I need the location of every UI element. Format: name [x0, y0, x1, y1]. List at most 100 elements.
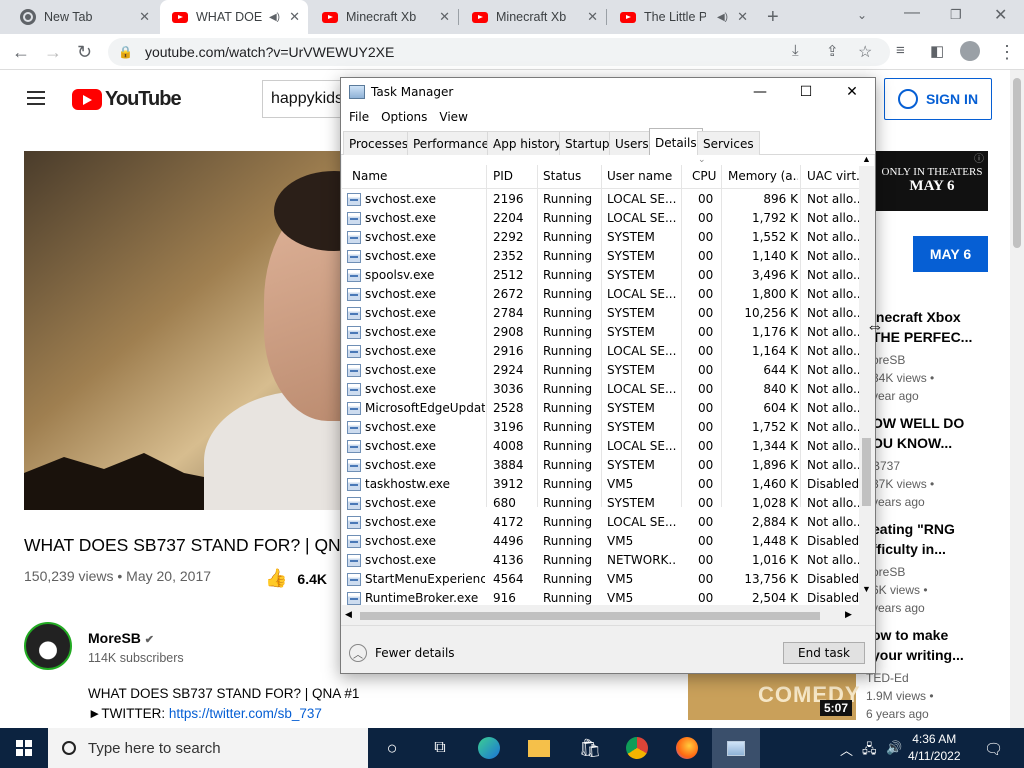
profile-avatar-icon[interactable] [960, 41, 980, 61]
scroll-up-icon[interactable]: ▲ [862, 154, 871, 164]
file-explorer-icon[interactable] [528, 740, 550, 757]
store-icon[interactable]: 🛍 [578, 736, 602, 760]
col-cpu[interactable]: CPU [692, 169, 716, 183]
close-icon[interactable]: ✕ [439, 9, 450, 25]
tray-chevron-icon[interactable]: ︿ [840, 740, 853, 759]
process-row[interactable]: svchost.exe 3884 Running SYSTEM 00 1,896 K Not… [342, 456, 860, 475]
page-scrollbar[interactable] [1010, 70, 1024, 728]
process-row[interactable]: svchost.exe 2196 Running LOCAL SE... 00 896 K… [342, 190, 860, 209]
like-button[interactable]: 👍 6.4K [265, 568, 327, 589]
scroll-left-icon[interactable]: ◀ [345, 609, 352, 620]
address-bar[interactable]: 🔒 youtube.com/watch?v=UrVWEWUY2XE [108, 38, 890, 66]
reload-icon[interactable]: ↻ [77, 42, 92, 63]
task-manager-titlebar[interactable]: Task Manager — ☐ ✕ [341, 78, 875, 106]
process-row[interactable]: svchost.exe 4136 Running NETWORK... 00 1,016 … [342, 551, 860, 570]
cortana-icon[interactable]: ○ [380, 736, 404, 760]
table-vertical-scrollbar[interactable]: ▲ ▼ [859, 154, 874, 606]
tab-app-history[interactable]: App history [487, 131, 568, 155]
side-panel-icon[interactable]: ◧ [930, 42, 944, 60]
related-channel[interactable]: B737 [872, 457, 1012, 475]
back-arrow-icon[interactable]: ← [12, 42, 30, 63]
close-icon[interactable]: ✕ [587, 9, 598, 25]
related-channel[interactable]: oreSB [872, 563, 1012, 581]
ad-banner[interactable]: ONLY IN THEATERS MAY 6 ⓘ [876, 151, 988, 211]
related-title[interactable]: ow to make [872, 625, 1012, 645]
twitter-link[interactable]: https://twitter.com/sb_737 [169, 706, 322, 721]
process-row[interactable]: svchost.exe 680 Running SYSTEM 00 1,028 K Not … [342, 494, 860, 513]
install-icon[interactable]: ⤓ [792, 42, 799, 59]
col-memory[interactable]: Memory (a... [728, 169, 798, 183]
tab-minecraft-1[interactable]: Minecraft Xbox ✕ [310, 0, 458, 34]
task-manager-taskbar-button[interactable] [712, 728, 760, 768]
network-icon[interactable]: 🖧 [862, 740, 877, 762]
related-title[interactable]: eating "RNG [872, 519, 1012, 539]
close-icon[interactable]: ✕ [139, 9, 150, 25]
window-close-icon[interactable]: ✕ [994, 5, 1007, 25]
table-horizontal-scrollbar[interactable]: ◀ ▶ [342, 608, 859, 624]
process-row[interactable]: svchost.exe 2916 Running LOCAL SE... 00 1,164… [342, 342, 860, 361]
tab-details[interactable]: Details [649, 128, 703, 156]
close-icon[interactable]: ✕ [737, 9, 748, 25]
speaker-icon[interactable]: ◀) [269, 12, 280, 23]
related-title[interactable]: THE PERFEC... [872, 327, 1012, 347]
tab-minecraft-2[interactable]: Minecraft Xbox ✕ [460, 0, 606, 34]
tm-maximize-icon[interactable]: ☐ [783, 78, 829, 106]
process-row[interactable]: MicrosoftEdgeUpdat... 2528 Running SYSTEM 00… [342, 399, 860, 418]
taskbar-search[interactable]: Type here to search [48, 728, 368, 768]
tm-minimize-icon[interactable]: — [737, 78, 783, 106]
table-scroll-thumb[interactable] [862, 438, 871, 506]
share-icon[interactable]: ⇪ [826, 42, 839, 60]
process-row[interactable]: svchost.exe 2784 Running SYSTEM 00 10,256 K No… [342, 304, 860, 323]
more-menu-icon[interactable]: ⋮ [998, 42, 1016, 63]
page-scrollbar-thumb[interactable] [1013, 78, 1021, 248]
related-title[interactable]: OW WELL DO [872, 413, 1012, 433]
col-uac[interactable]: UAC virt... [807, 169, 859, 183]
process-row[interactable]: StartMenuExperienc... 4564 Running VM5 00 13,… [342, 570, 860, 589]
notification-icon[interactable]: 🗨 [984, 740, 1003, 758]
close-icon[interactable]: ✕ [289, 9, 300, 25]
lock-icon[interactable]: 🔒 [118, 45, 133, 59]
tab-active-video[interactable]: WHAT DOE ◀) ✕ [160, 0, 308, 34]
chrome-taskbar-icon[interactable] [626, 737, 648, 759]
table-hscroll-thumb[interactable] [360, 612, 820, 620]
process-row[interactable]: svchost.exe 4172 Running LOCAL SE... 00 2,884… [342, 513, 860, 532]
tm-close-icon[interactable]: ✕ [829, 78, 875, 106]
process-row[interactable]: svchost.exe 3036 Running LOCAL SE... 00 840 K… [342, 380, 860, 399]
process-row[interactable]: svchost.exe 3196 Running SYSTEM 00 1,752 K Not… [342, 418, 860, 437]
col-pid[interactable]: PID [493, 169, 513, 183]
tab-little-p[interactable]: The Little P ◀) ✕ [608, 0, 756, 34]
menu-file[interactable]: File [349, 110, 369, 124]
tab-users[interactable]: Users [609, 131, 655, 155]
process-row[interactable]: svchost.exe 2292 Running SYSTEM 00 1,552 K Not… [342, 228, 860, 247]
process-row[interactable]: svchost.exe 4008 Running LOCAL SE... 00 1,344… [342, 437, 860, 456]
fewer-details-button[interactable]: ︿ Fewer details [349, 644, 455, 662]
related-title[interactable]: fficulty in... [872, 539, 1012, 559]
info-icon[interactable]: ⓘ [974, 153, 984, 167]
process-row[interactable]: svchost.exe 2204 Running LOCAL SE... 00 1,792… [342, 209, 860, 228]
new-tab-plus-icon[interactable]: + [767, 6, 779, 29]
related-title[interactable]: inecraft Xbox [872, 307, 1012, 327]
process-row[interactable]: svchost.exe 2924 Running SYSTEM 00 644 K Not a… [342, 361, 860, 380]
process-row[interactable]: taskhostw.exe 3912 Running VM5 00 1,460 K Disa… [342, 475, 860, 494]
forward-arrow-icon[interactable]: → [44, 42, 62, 63]
tab-services[interactable]: Services [697, 131, 760, 155]
edge-icon[interactable] [478, 737, 500, 759]
related-title[interactable]: OU KNOW... [872, 433, 1012, 453]
windows-start-icon[interactable] [16, 740, 32, 756]
col-user-name[interactable]: User name [607, 169, 672, 183]
process-row[interactable]: svchost.exe 2908 Running SYSTEM 00 1,176 K Not… [342, 323, 860, 342]
process-row[interactable]: RuntimeBroker.exe 916 Running VM5 00 2,504 K D… [342, 589, 860, 605]
volume-icon[interactable]: 🔊 [886, 740, 902, 756]
col-status[interactable]: Status [543, 169, 581, 183]
tab-startup[interactable]: Startup [559, 131, 616, 155]
video-player[interactable] [24, 151, 342, 510]
taskbar-clock[interactable]: 4:36 AM 4/11/2022 [908, 731, 961, 765]
minimize-icon[interactable]: — [904, 4, 920, 22]
tab-performance[interactable]: Performance [407, 131, 496, 155]
channel-avatar[interactable] [24, 622, 72, 670]
process-row[interactable]: svchost.exe 2672 Running LOCAL SE... 00 1,800… [342, 285, 860, 304]
scroll-down-icon[interactable]: ▼ [862, 584, 871, 594]
end-task-button[interactable]: End task [783, 642, 865, 664]
tab-processes[interactable]: Processes [343, 131, 415, 155]
task-view-icon[interactable]: ⧉ [428, 736, 452, 760]
